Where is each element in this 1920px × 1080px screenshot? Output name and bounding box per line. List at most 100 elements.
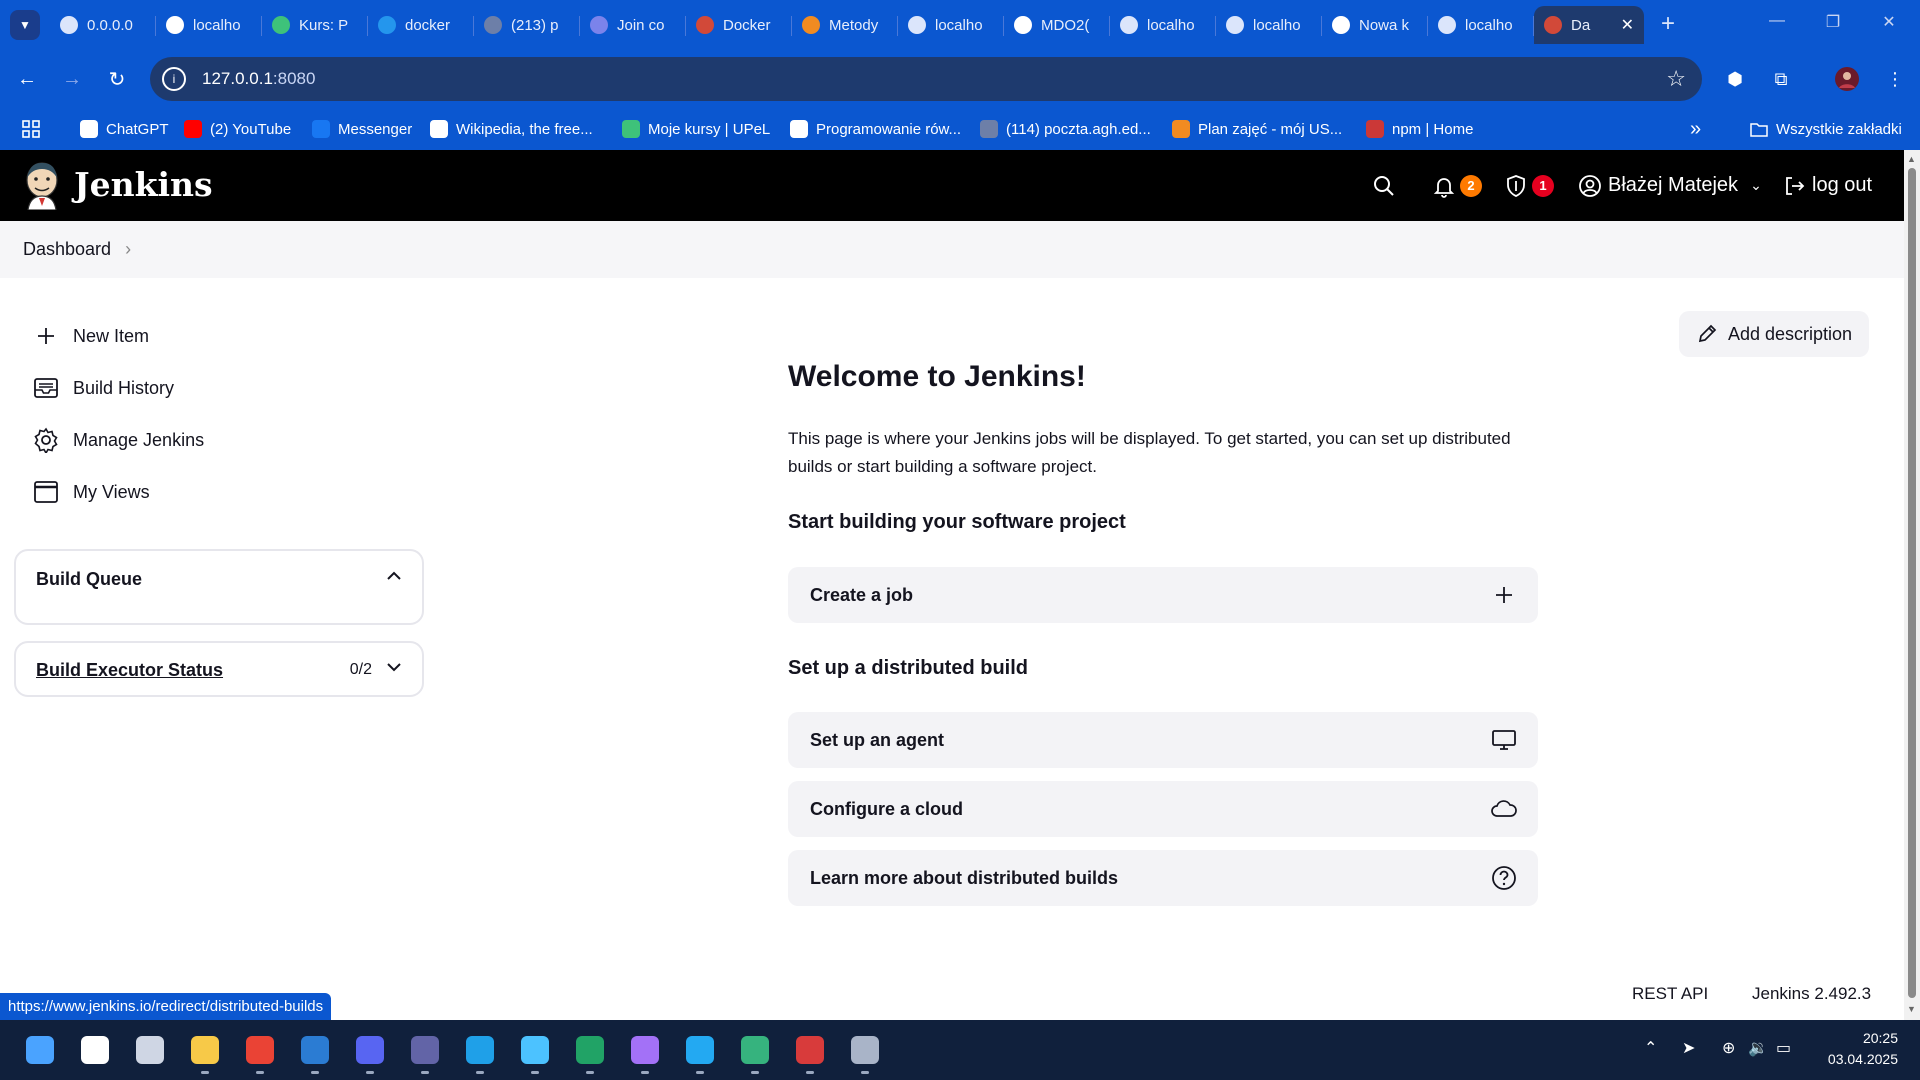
- browser-tab[interactable]: MDO2(: [1004, 6, 1110, 44]
- browser-tab[interactable]: localho: [1428, 6, 1534, 44]
- profile-avatar[interactable]: [1834, 66, 1860, 92]
- address-bar[interactable]: i 127.0.0.1:8080 ☆: [150, 57, 1702, 101]
- browser-menu-icon[interactable]: ⋮: [1882, 66, 1908, 92]
- browser-tab[interactable]: Metody: [792, 6, 898, 44]
- task-my-views[interactable]: My Views: [32, 474, 150, 510]
- tab-search-button[interactable]: ▼: [10, 10, 40, 40]
- bookmark-star-icon[interactable]: ☆: [1666, 66, 1686, 92]
- chrome-icon[interactable]: [240, 1030, 280, 1074]
- bookmark-label: Wikipedia, the free...: [456, 120, 593, 138]
- volume-icon[interactable]: 🔉: [1748, 1038, 1768, 1058]
- bookmark-item[interactable]: (2) YouTube: [184, 108, 291, 150]
- learn-distributed-card[interactable]: Learn more about distributed builds: [788, 850, 1538, 906]
- browser-tab[interactable]: localho: [898, 6, 1004, 44]
- close-tab-icon[interactable]: ✕: [1621, 15, 1634, 35]
- logout-button[interactable]: log out: [1782, 150, 1872, 221]
- bookmark-item[interactable]: Messenger: [312, 108, 412, 150]
- maximize-button[interactable]: ❐: [1810, 12, 1856, 32]
- back-button[interactable]: ←: [12, 64, 42, 94]
- close-window-button[interactable]: ✕: [1866, 12, 1912, 32]
- excel-icon[interactable]: [570, 1030, 610, 1074]
- extensions-puzzle-icon[interactable]: ⧉: [1768, 66, 1794, 92]
- bookmark-item[interactable]: (114) poczta.agh.ed...: [980, 108, 1151, 150]
- configure-cloud-label: Configure a cloud: [810, 798, 963, 819]
- setup-agent-card[interactable]: Set up an agent: [788, 712, 1538, 768]
- browser-tab[interactable]: localho: [1216, 6, 1322, 44]
- build-executor-link[interactable]: Build Executor Status: [36, 660, 223, 681]
- all-bookmarks-folder[interactable]: Wszystkie zakładki: [1750, 108, 1902, 150]
- rest-api-link[interactable]: REST API: [1632, 984, 1708, 1004]
- forward-button[interactable]: →: [57, 64, 87, 94]
- create-job-card[interactable]: Create a job: [788, 567, 1538, 623]
- more-bookmarks-button[interactable]: »: [1690, 108, 1701, 150]
- site-info-icon[interactable]: i: [162, 67, 186, 91]
- bookmark-item[interactable]: Moje kursy | UPeL: [622, 108, 770, 150]
- u-icon: [802, 16, 820, 34]
- network-icon[interactable]: ⊕: [1722, 1038, 1735, 1058]
- bookmark-item[interactable]: Wikipedia, the free...: [430, 108, 593, 150]
- edge-icon[interactable]: [460, 1030, 500, 1074]
- calculator-icon-glyph: [796, 1036, 824, 1064]
- jenkins-version-link[interactable]: Jenkins 2.492.3: [1752, 984, 1871, 1004]
- chevron-up-icon[interactable]: ⌃: [1644, 1038, 1657, 1058]
- task-manage-jenkins[interactable]: Manage Jenkins: [32, 422, 204, 458]
- new-tab-button[interactable]: +: [1653, 10, 1683, 38]
- settings-icon[interactable]: [845, 1030, 885, 1074]
- visual-studio-icon[interactable]: [625, 1030, 665, 1074]
- build-executor-pane: Build Executor Status 0/2: [14, 641, 424, 697]
- reload-button[interactable]: ↻: [102, 64, 132, 94]
- user-menu[interactable]: Błażej Matejek ⌄: [1578, 150, 1762, 221]
- jenkins-logo[interactable]: [22, 160, 62, 211]
- tab-title: Nowa k: [1359, 16, 1410, 34]
- vscode-icon[interactable]: [680, 1030, 720, 1074]
- browser-tab[interactable]: Kurs: P: [262, 6, 368, 44]
- browser-tab[interactable]: 0.0.0.0: [50, 6, 156, 44]
- task-build-history[interactable]: Build History: [32, 370, 174, 406]
- tab-active[interactable]: Da ✕: [1534, 6, 1644, 44]
- bookmark-item[interactable]: npm | Home: [1366, 108, 1473, 150]
- bookmark-item[interactable]: Programowanie rów...: [790, 108, 961, 150]
- jenkins-title[interactable]: Jenkins: [74, 165, 213, 204]
- scroll-up-arrow-icon[interactable]: ▲: [1907, 154, 1916, 164]
- page-scrollbar[interactable]: ▲ ▼: [1904, 150, 1920, 1020]
- browser-tab[interactable]: Docker: [686, 6, 792, 44]
- chevron-down-icon[interactable]: [386, 660, 402, 678]
- browser-tab[interactable]: localho: [156, 6, 262, 44]
- start-icon[interactable]: [20, 1030, 60, 1070]
- word-icon[interactable]: [295, 1030, 335, 1074]
- apps-grid-icon[interactable]: [22, 108, 40, 150]
- notifications-button[interactable]: 2: [1432, 150, 1482, 221]
- chevron-right-icon[interactable]: ›: [125, 239, 131, 260]
- browser-tab[interactable]: Nowa k: [1322, 6, 1428, 44]
- bookmark-item[interactable]: ChatGPT: [80, 108, 169, 150]
- scroll-thumb[interactable]: [1908, 168, 1916, 998]
- teams-icon[interactable]: [405, 1030, 445, 1074]
- location-icon[interactable]: ➤: [1682, 1038, 1695, 1058]
- taskbar-clock[interactable]: 20:25 03.04.2025: [1828, 1028, 1898, 1070]
- browser-tab[interactable]: (213) p: [474, 6, 580, 44]
- discord-icon[interactable]: [350, 1030, 390, 1074]
- search-icon[interactable]: [75, 1030, 115, 1070]
- battery-icon[interactable]: ▭: [1776, 1038, 1791, 1058]
- browser-tab[interactable]: localho: [1110, 6, 1216, 44]
- search-button[interactable]: [1372, 150, 1396, 221]
- minimize-button[interactable]: —: [1754, 12, 1800, 30]
- notepad-icon[interactable]: [515, 1030, 555, 1074]
- calculator-icon[interactable]: [790, 1030, 830, 1074]
- file-explorer-icon[interactable]: [185, 1030, 225, 1074]
- task-new-item[interactable]: New Item: [32, 318, 149, 354]
- configure-cloud-card[interactable]: Configure a cloud: [788, 781, 1538, 837]
- bookmark-item[interactable]: Plan zajęć - mój US...: [1172, 108, 1342, 150]
- browser-tab[interactable]: docker: [368, 6, 474, 44]
- extension-shield-icon[interactable]: ⬢: [1722, 66, 1748, 92]
- scroll-down-arrow-icon[interactable]: ▼: [1907, 1004, 1916, 1014]
- chevron-up-icon[interactable]: [386, 569, 402, 587]
- task-view-icon[interactable]: [130, 1030, 170, 1070]
- plus-icon: [32, 322, 60, 350]
- browser-tab[interactable]: Join co: [580, 6, 686, 44]
- add-description-button[interactable]: Add description: [1679, 311, 1869, 357]
- breadcrumb-dashboard[interactable]: Dashboard: [23, 239, 111, 260]
- security-button[interactable]: 1: [1504, 150, 1554, 221]
- url-text[interactable]: 127.0.0.1:8080: [202, 69, 315, 89]
- vmware-icon[interactable]: [735, 1030, 775, 1074]
